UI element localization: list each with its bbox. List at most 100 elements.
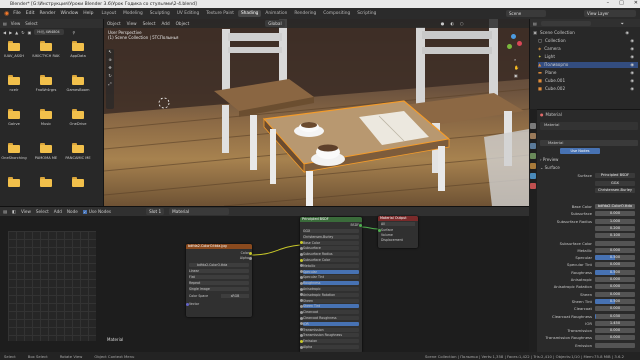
mode-selector[interactable]: Object bbox=[107, 21, 121, 26]
editor-type-icon[interactable]: ▤ bbox=[3, 209, 7, 214]
bsdf-input-row[interactable]: Metallic bbox=[303, 263, 359, 268]
outliner-search[interactable] bbox=[540, 20, 591, 26]
bsdf-input-row[interactable]: Sheen Tint bbox=[303, 304, 359, 309]
menu-node[interactable]: Node bbox=[67, 209, 78, 214]
camera-view-icon[interactable]: ▣ bbox=[514, 73, 518, 78]
input-value-field[interactable]: 0.500 bbox=[595, 269, 635, 275]
image-texture-node[interactable]: bdfda2.ColorO.ttda.jpg Color Alpha bdfda… bbox=[186, 244, 252, 317]
outliner-item[interactable]: ◆ Camera ◉ bbox=[538, 46, 638, 52]
input-socket[interactable] bbox=[300, 275, 303, 279]
orientation-selector[interactable]: Global bbox=[265, 20, 285, 27]
menu-window[interactable]: Window bbox=[61, 11, 79, 16]
parent-dir-icon[interactable]: ▲ bbox=[15, 30, 18, 35]
folder-icon[interactable] bbox=[8, 75, 20, 85]
bsdf-input-row[interactable]: Transmission bbox=[303, 327, 359, 332]
maximize-button[interactable]: □ bbox=[619, 0, 624, 6]
menu-edit[interactable]: Edit bbox=[26, 11, 35, 16]
alpha-socket[interactable] bbox=[249, 257, 252, 260]
color-socket[interactable] bbox=[249, 252, 252, 255]
target-select[interactable]: All bbox=[381, 222, 415, 226]
bsdf-input-row[interactable]: Christensen-Burley bbox=[303, 234, 359, 239]
input-socket[interactable] bbox=[300, 246, 303, 250]
menu-add[interactable]: Add bbox=[162, 21, 170, 26]
input-socket[interactable] bbox=[300, 345, 303, 349]
input-value-field[interactable]: 0.200 bbox=[595, 225, 635, 231]
move-tool-icon[interactable]: ✥ bbox=[106, 65, 114, 73]
visibility-eye-icon[interactable]: ◉ bbox=[630, 70, 634, 75]
material-tab-icon[interactable] bbox=[530, 183, 536, 189]
view-layer-selector[interactable]: View Layer bbox=[584, 10, 636, 17]
tab-sculpting[interactable]: Sculpting bbox=[147, 10, 173, 17]
bsdf-input-row[interactable]: Roughness bbox=[303, 281, 359, 286]
input-value-field[interactable]: 0.000 bbox=[595, 277, 635, 282]
input-socket[interactable] bbox=[300, 258, 303, 262]
bsdf-input-row[interactable]: Alpha bbox=[303, 345, 359, 349]
surface-socket[interactable] bbox=[378, 229, 381, 232]
editor-type-icon[interactable]: ▤ bbox=[3, 21, 7, 26]
menu-select[interactable]: Select bbox=[36, 209, 49, 214]
input-value-field[interactable]: 0.000 bbox=[595, 328, 635, 334]
input-value-field[interactable]: 0.000 bbox=[595, 291, 635, 297]
slot-selector[interactable]: Slot 1 bbox=[146, 208, 165, 215]
material-name-field[interactable]: Material bbox=[540, 140, 638, 146]
interpolation-select[interactable]: Linear bbox=[189, 269, 249, 273]
input-socket[interactable] bbox=[300, 281, 303, 285]
preview-section[interactable]: › Preview bbox=[540, 157, 558, 162]
input-value-field[interactable]: 0.030 bbox=[595, 313, 635, 319]
tab-uv-editing[interactable]: UV Editing bbox=[174, 10, 202, 17]
input-value-field[interactable]: 0.500 bbox=[595, 298, 635, 304]
folder-icon[interactable] bbox=[72, 143, 84, 153]
navigation-gizmo[interactable] bbox=[504, 33, 524, 53]
bsdf-input-row[interactable]: Clearcoat Roughness bbox=[303, 316, 359, 320]
folder-icon[interactable] bbox=[40, 75, 52, 85]
close-button[interactable]: ✕ bbox=[634, 0, 638, 6]
use-nodes-checkbox[interactable]: ✓ bbox=[82, 209, 87, 214]
input-value-field[interactable]: 0.500 bbox=[595, 255, 635, 261]
visibility-eye-icon[interactable]: ◉ bbox=[630, 54, 634, 59]
material-slots-list[interactable]: Material bbox=[540, 122, 638, 130]
menu-help[interactable]: Help bbox=[83, 11, 93, 16]
principled-bsdf-node[interactable]: Principled BSDF BSDF GGX Christensen-Burl… bbox=[300, 217, 362, 353]
bsdf-socket[interactable] bbox=[359, 224, 362, 227]
input-value-field[interactable]: 0.000 bbox=[595, 262, 635, 268]
color-space-select[interactable]: sRGB bbox=[221, 294, 249, 298]
vector-socket[interactable] bbox=[186, 303, 189, 306]
subsurface-method-select[interactable]: Christensen-Burley bbox=[595, 188, 635, 193]
outliner-item[interactable]: ▢ Collection ◉ bbox=[538, 38, 638, 44]
bsdf-input-row[interactable]: Subsurface Radius bbox=[303, 252, 359, 257]
bsdf-input-row[interactable]: Emission bbox=[303, 339, 359, 344]
shading-material-icon[interactable]: ◐ bbox=[450, 21, 454, 26]
menu-object-icon[interactable]: ◧ bbox=[12, 209, 16, 214]
select-tool-icon[interactable]: ↖ bbox=[106, 49, 114, 57]
y-axis-icon[interactable] bbox=[507, 44, 512, 49]
tab-shading[interactable]: Shading bbox=[237, 10, 262, 17]
distribution-select[interactable]: GGX bbox=[595, 181, 635, 186]
projection-select[interactable]: Flat bbox=[189, 275, 249, 279]
input-socket[interactable] bbox=[300, 339, 303, 343]
outliner-item[interactable]: ✦ Light ◉ bbox=[538, 54, 638, 60]
menu-file[interactable]: File bbox=[13, 11, 21, 16]
input-value-field[interactable]: 1.000 bbox=[595, 218, 635, 224]
material-selector[interactable]: Material bbox=[169, 208, 230, 215]
image-selector[interactable]: bdfda2.ColorO.ttda bbox=[189, 263, 249, 267]
bsdf-input-row[interactable]: IOR bbox=[303, 321, 359, 326]
bsdf-input-row[interactable]: Subsurface Color bbox=[303, 258, 359, 262]
rotate-tool-icon[interactable]: ↻ bbox=[106, 73, 114, 81]
cursor-tool-icon[interactable]: ⊕ bbox=[106, 57, 114, 65]
x-axis-icon[interactable] bbox=[517, 41, 522, 46]
visibility-eye-icon[interactable]: ◉ bbox=[630, 86, 634, 91]
tab-modeling[interactable]: Modeling bbox=[120, 10, 146, 17]
folder-icon[interactable] bbox=[40, 41, 52, 51]
surface-shader-field[interactable]: Principled BSDF bbox=[595, 173, 635, 178]
output-tab-icon[interactable] bbox=[530, 143, 536, 149]
shading-rendered-icon[interactable]: ○ bbox=[460, 21, 464, 26]
folder-icon[interactable] bbox=[40, 143, 52, 153]
blender-logo-icon[interactable]: ◉ bbox=[4, 10, 9, 17]
extension-select[interactable]: Repeat bbox=[189, 281, 249, 285]
scale-tool-icon[interactable]: ⤢ bbox=[106, 81, 114, 89]
folder-icon[interactable] bbox=[72, 75, 84, 85]
outliner-item[interactable]: ■ Cube.002 ◉ bbox=[538, 86, 638, 92]
bsdf-input-row[interactable]: Clearcoat bbox=[303, 310, 359, 315]
bsdf-input-row[interactable]: Anisotropic bbox=[303, 287, 359, 291]
input-socket[interactable] bbox=[300, 304, 303, 308]
